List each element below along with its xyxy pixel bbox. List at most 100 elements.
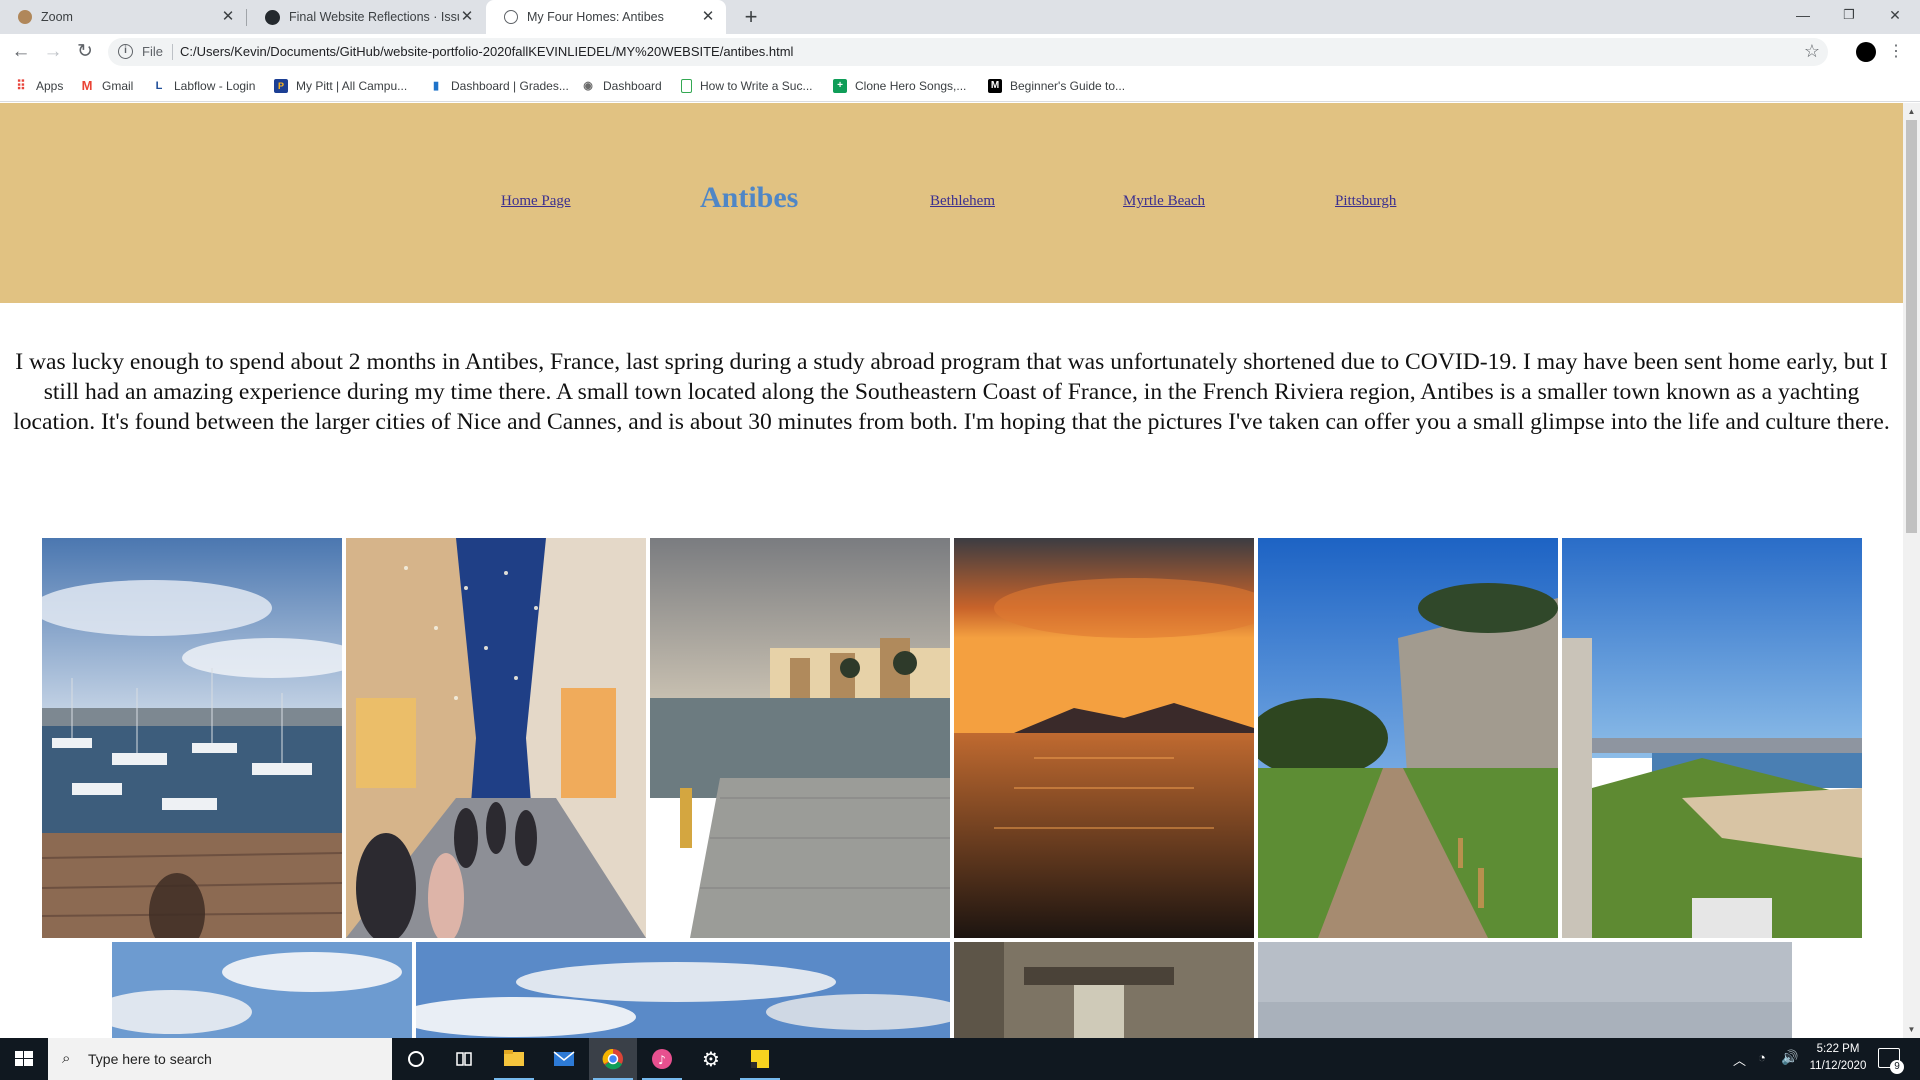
tab-zoom[interactable]: Zoom ✕ — [0, 0, 246, 34]
photo-narrow-alley — [954, 942, 1254, 1038]
bookmark-label: Dashboard | Grades... — [451, 79, 569, 93]
new-tab-icon[interactable]: + — [738, 4, 764, 30]
mail-icon[interactable] — [540, 1038, 588, 1080]
bookmark-label: My Pitt | All Campu... — [296, 79, 408, 93]
task-view-icon[interactable] — [440, 1038, 488, 1080]
zoom-tab-icon — [18, 10, 32, 24]
sticky-notes-icon[interactable] — [736, 1038, 784, 1080]
bookmark-label: Clone Hero Songs,... — [855, 79, 967, 93]
nav-link-home[interactable]: Home Page — [501, 193, 571, 210]
doc-icon — [681, 79, 692, 93]
bookmark-clone-hero[interactable]: + Clone Hero Songs,... — [833, 76, 966, 96]
photo-seafront-dock — [650, 538, 950, 938]
windows-taskbar: ⌕ Type here to search ♪ ⚙ ︿ ◔ 🔊 5:22 PM … — [0, 1038, 1920, 1080]
close-icon[interactable]: ✕ — [700, 9, 716, 25]
bookmark-my-pitt[interactable]: P My Pitt | All Campu... — [274, 76, 407, 96]
page-scrollbar[interactable]: ▲ ▼ — [1903, 103, 1920, 1038]
scroll-up-arrow-icon[interactable]: ▲ — [1903, 103, 1920, 120]
cortana-icon[interactable] — [392, 1038, 440, 1080]
reload-icon[interactable]: ↻ — [72, 39, 98, 65]
page-viewport: Home Page Antibes Bethlehem Myrtle Beach… — [0, 103, 1903, 1038]
nav-link-pittsburgh[interactable]: Pittsburgh — [1335, 193, 1396, 210]
photo-marina-harbor — [42, 538, 342, 938]
svg-text:♪: ♪ — [658, 1053, 666, 1067]
forward-icon[interactable]: → — [40, 39, 66, 65]
bookmark-beginners-guide[interactable]: M Beginner's Guide to... — [988, 76, 1125, 96]
sheets-icon: + — [833, 79, 847, 93]
bookmark-labflow[interactable]: L Labflow - Login — [152, 76, 256, 96]
medium-icon: M — [988, 79, 1002, 93]
close-window-icon[interactable]: ✕ — [1872, 0, 1918, 34]
tab-antibes[interactable]: My Four Homes: Antibes ✕ — [486, 0, 726, 34]
search-placeholder: Type here to search — [88, 1051, 212, 1067]
intro-paragraph: I was lucky enough to spend about 2 mont… — [13, 349, 1890, 435]
restore-icon[interactable]: ❐ — [1826, 0, 1872, 34]
omnibox-divider — [172, 44, 173, 60]
bookmark-label: Dashboard — [603, 79, 662, 93]
tab-title: Final Website Reflections · Issue # — [289, 10, 459, 24]
gmail-icon: M — [81, 78, 93, 93]
tab-title: Zoom — [41, 10, 73, 24]
volume-icon[interactable]: 🔊 — [1781, 1049, 1798, 1066]
profile-avatar[interactable] — [1856, 42, 1876, 62]
taskbar-search-box[interactable]: ⌕ Type here to search — [48, 1038, 392, 1080]
clock-time[interactable]: 5:22 PM — [1803, 1043, 1873, 1055]
site-header: Home Page Antibes Bethlehem Myrtle Beach… — [0, 103, 1903, 303]
photo-fort-dirt-path — [1258, 538, 1558, 938]
nav-link-myrtle-beach[interactable]: Myrtle Beach — [1123, 193, 1205, 210]
notification-count-badge: 9 — [1890, 1060, 1904, 1074]
settings-gear-icon[interactable]: ⚙ — [687, 1038, 735, 1080]
photo-sunset-over-sea — [954, 538, 1254, 938]
windows-start-icon[interactable] — [0, 1038, 48, 1080]
url-scheme: File — [142, 44, 163, 59]
photo-night-street-lights — [346, 538, 646, 938]
svg-text:⚙: ⚙ — [702, 1047, 720, 1071]
scroll-down-arrow-icon[interactable]: ▼ — [1903, 1021, 1920, 1038]
bookmark-label: How to Write a Suc... — [700, 79, 813, 93]
wifi-icon[interactable]: ◔ — [1758, 1050, 1766, 1065]
bookmark-apps[interactable]: ⠿ Apps — [14, 76, 63, 96]
address-bar[interactable]: i File C:/Users/Kevin/Documents/GitHub/w… — [108, 38, 1828, 66]
close-icon[interactable]: ✕ — [459, 9, 475, 25]
clock-date[interactable]: 11/12/2020 — [1803, 1060, 1873, 1072]
photo-sky-clouds-wide — [416, 942, 950, 1038]
dashboard-shield-icon: ◉ — [583, 80, 593, 92]
bookmark-label: Labflow - Login — [174, 79, 256, 93]
bookmark-dashboard-grades[interactable]: ▮ Dashboard | Grades... — [429, 76, 569, 96]
close-icon[interactable]: ✕ — [220, 9, 236, 25]
info-icon[interactable]: i — [118, 44, 133, 59]
pitt-icon: P — [274, 79, 288, 93]
bookmarks-bar: ⠿ Apps M Gmail L Labflow - Login P My Pi… — [0, 70, 1920, 102]
chrome-icon[interactable] — [589, 1038, 637, 1080]
bookmark-how-to-write[interactable]: How to Write a Suc... — [681, 76, 812, 96]
globe-icon — [504, 10, 518, 24]
menu-kebab-icon[interactable]: ⋮ — [1888, 41, 1904, 61]
dashboard-chart-icon: ▮ — [432, 80, 440, 92]
bookmark-label: Gmail — [102, 79, 134, 93]
apps-grid-icon: ⠿ — [16, 78, 26, 93]
photo-rampart-coast — [1562, 538, 1862, 938]
itunes-icon[interactable]: ♪ — [638, 1038, 686, 1080]
url-text[interactable]: C:/Users/Kevin/Documents/GitHub/website-… — [180, 44, 793, 59]
file-explorer-icon[interactable] — [490, 1038, 538, 1080]
bookmark-label: Apps — [36, 79, 64, 93]
photo-cloudy-sky — [112, 942, 412, 1038]
nav-link-bethlehem[interactable]: Bethlehem — [930, 193, 995, 210]
bookmark-dashboard[interactable]: ◉ Dashboard — [581, 76, 662, 96]
page-title: Antibes — [700, 181, 799, 214]
bookmark-gmail[interactable]: M Gmail — [80, 76, 134, 96]
bookmark-star-icon[interactable]: ☆ — [1804, 41, 1820, 62]
back-icon[interactable]: ← — [8, 39, 34, 65]
photo-hazy-sea — [1258, 942, 1792, 1038]
minimize-icon[interactable]: — — [1780, 0, 1826, 34]
tray-chevron-up-icon[interactable]: ︿ — [1733, 1050, 1746, 1069]
scrollbar-thumb[interactable] — [1906, 120, 1917, 533]
bookmark-label: Beginner's Guide to... — [1010, 79, 1126, 93]
search-icon: ⌕ — [62, 1050, 71, 1067]
github-icon — [265, 9, 280, 25]
tab-title: My Four Homes: Antibes — [527, 10, 664, 24]
tab-github-issue[interactable]: Final Website Reflections · Issue # ✕ — [247, 0, 485, 34]
labflow-icon: L — [155, 80, 163, 92]
tab-strip: Zoom ✕ Final Website Reflections · Issue… — [0, 0, 1920, 34]
browser-toolbar: ← → ↻ i File C:/Users/Kevin/Documents/Gi… — [0, 34, 1920, 70]
